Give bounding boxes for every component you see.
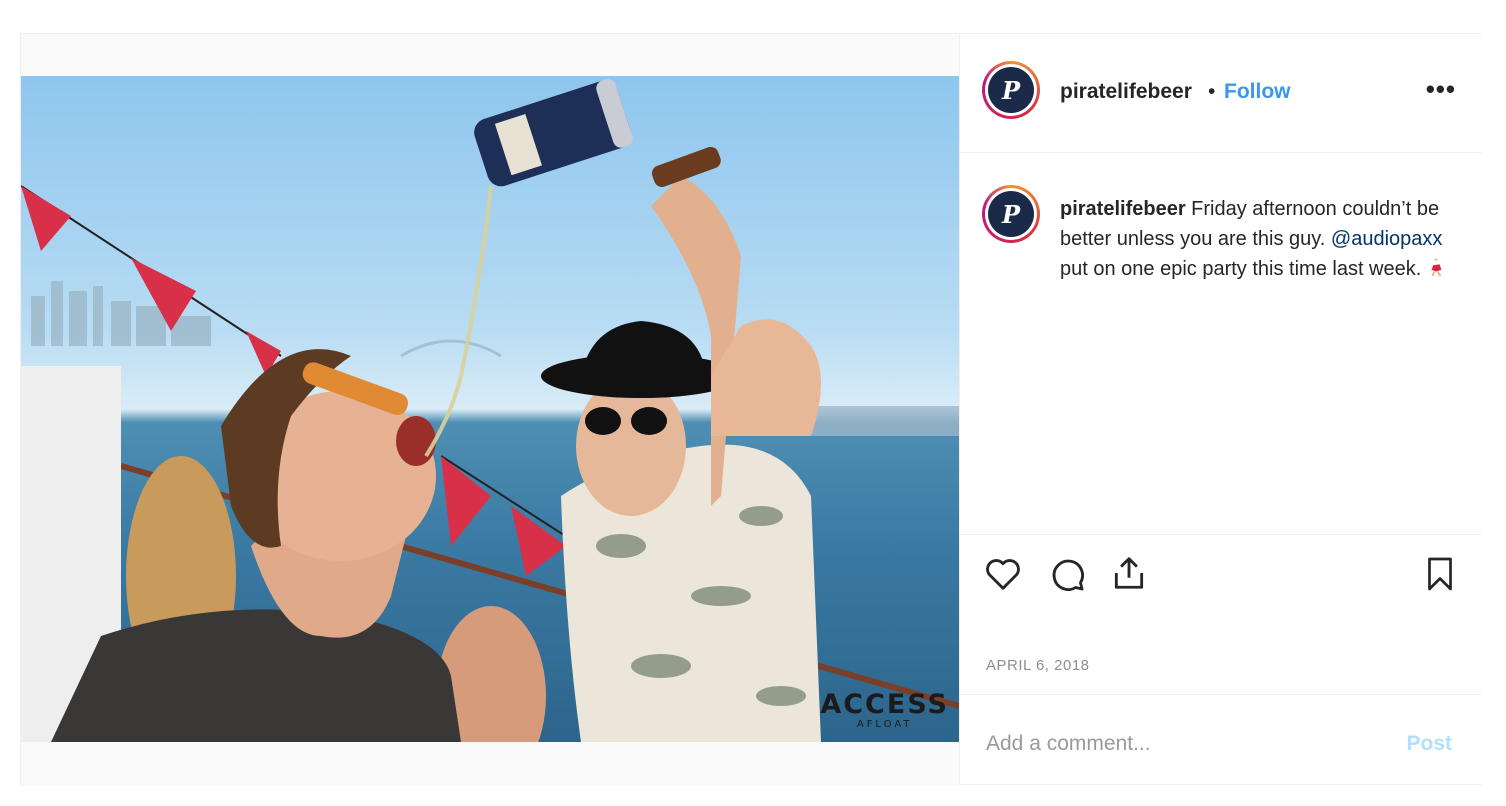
access-afloat-watermark: ACCESS AFLOAT bbox=[820, 689, 949, 731]
caption-avatar[interactable]: P bbox=[982, 185, 1040, 243]
heart-icon[interactable] bbox=[984, 555, 1022, 593]
caption-avatar-letter: P bbox=[988, 191, 1034, 237]
post-comment-button[interactable]: Post bbox=[1400, 731, 1458, 757]
photo-illustration bbox=[21, 79, 959, 742]
post-header: P piratelifebeer • Follow ••• bbox=[960, 34, 1482, 153]
bookmark-icon[interactable] bbox=[1422, 553, 1458, 595]
share-icon[interactable] bbox=[1110, 553, 1148, 593]
comment-bar: Post bbox=[960, 694, 1482, 785]
post-caption: piratelifebeer Friday afternoon couldn’t… bbox=[1060, 194, 1460, 284]
follow-button[interactable]: Follow bbox=[1224, 80, 1291, 104]
post-actions: APRIL 6, 2018 bbox=[960, 534, 1482, 695]
header-separator: • bbox=[1208, 80, 1216, 103]
avatar-letter: P bbox=[988, 67, 1034, 113]
caption-mention[interactable]: @audiopaxx bbox=[1331, 228, 1442, 250]
post-side-panel: P piratelifebeer • Follow ••• P pirateli… bbox=[959, 34, 1482, 784]
more-icon[interactable]: ••• bbox=[1426, 74, 1456, 105]
watermark-title: ACCESS bbox=[820, 689, 949, 720]
caption-text-2: put on one epic party this time last wee… bbox=[1060, 258, 1427, 280]
comment-input[interactable] bbox=[984, 725, 1388, 763]
header-avatar[interactable]: P bbox=[982, 61, 1040, 119]
post-photo[interactable]: ACCESS AFLOAT bbox=[21, 76, 959, 742]
post-media: ACCESS AFLOAT bbox=[21, 34, 959, 786]
dancer-emoji-icon bbox=[1431, 259, 1442, 277]
caption-username[interactable]: piratelifebeer bbox=[1060, 198, 1186, 220]
comment-icon[interactable] bbox=[1048, 555, 1086, 593]
watermark-subtitle: AFLOAT bbox=[856, 719, 913, 730]
header-username[interactable]: piratelifebeer bbox=[1060, 80, 1192, 104]
post-date[interactable]: APRIL 6, 2018 bbox=[986, 657, 1090, 674]
instagram-post: ACCESS AFLOAT P piratelifebeer • Follow … bbox=[20, 33, 1482, 786]
